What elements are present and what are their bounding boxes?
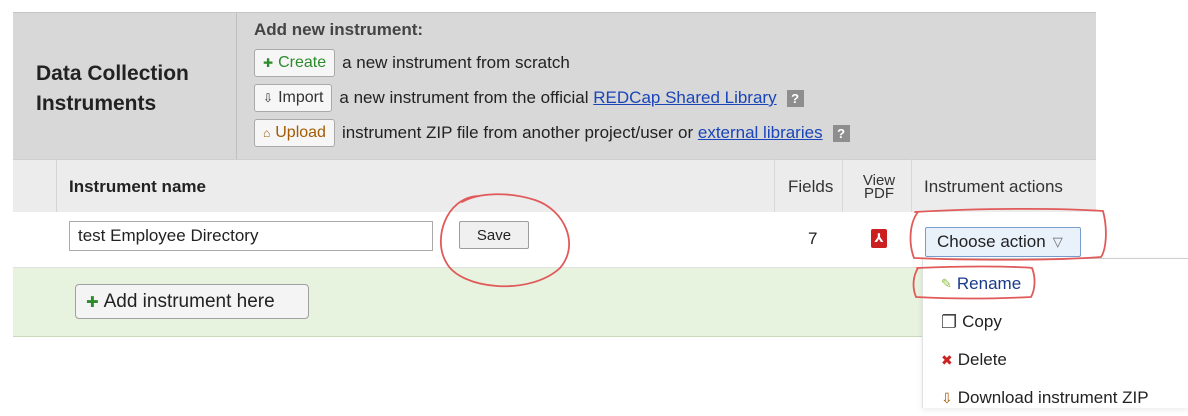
chevron-down-icon: ▽ — [1052, 234, 1063, 249]
add-instrument-heading: Add new instrument: — [254, 20, 424, 39]
upload-description: instrument ZIP file from another project… — [342, 123, 823, 143]
column-instrument-name: Instrument name — [69, 176, 206, 196]
column-view-pdf-line2: PDF — [864, 184, 894, 202]
menu-item-label: Copy — [962, 312, 1002, 331]
create-row: ✚ Create a new instrument from scratch — [254, 48, 570, 78]
column-fields: Fields — [788, 176, 834, 196]
menu-item-label: Rename — [956, 274, 1022, 293]
section-title: Data Collection Instruments — [36, 62, 189, 115]
import-button[interactable]: ⇩ Import — [254, 84, 333, 112]
instrument-table-header: Instrument name Fields View PDF Instrume… — [13, 159, 1096, 214]
download-icon: ⇩ — [941, 389, 953, 406]
delete-icon: ✖ — [941, 351, 953, 368]
upload-button[interactable]: ⌂ Upload — [254, 119, 335, 147]
copy-icon: ❐ — [941, 311, 958, 332]
import-icon: ⇩ — [263, 91, 274, 105]
menu-item-label: Download instrument ZIP — [957, 388, 1149, 407]
column-instrument-actions: Instrument actions — [924, 176, 1063, 196]
column-view-pdf: View PDF — [853, 160, 905, 213]
fields-count: 7 — [808, 229, 818, 248]
add-instrument-here-label: Add instrument here — [103, 290, 275, 312]
upload-row: ⌂ Upload instrument ZIP file from anothe… — [254, 118, 850, 148]
pencil-icon: ✎ — [941, 276, 952, 291]
import-description: a new instrument from the official REDCa… — [339, 88, 776, 108]
instrument-name-input[interactable] — [69, 221, 433, 251]
menu-item-label: Delete — [957, 350, 1007, 369]
import-row: ⇩ Import a new instrument from the offic… — [254, 83, 804, 113]
choose-action-dropdown[interactable]: Choose action ▽ — [925, 227, 1081, 257]
drag-handle-column — [13, 160, 57, 213]
menu-item-copy[interactable]: ❐ Copy — [923, 304, 1188, 340]
menu-item-rename[interactable]: ✎ Rename — [923, 266, 1188, 302]
menu-item-delete[interactable]: ✖ Delete — [923, 342, 1188, 378]
create-button[interactable]: ✚ Create — [254, 49, 336, 77]
upload-icon: ⌂ — [263, 126, 271, 140]
external-libraries-link[interactable]: external libraries — [698, 123, 823, 142]
header-left-cell: Data Collection Instruments — [13, 13, 237, 160]
import-text: a new instrument from the official — [339, 88, 589, 107]
plus-icon: ✚ — [263, 56, 274, 70]
add-instrument-panel: Data Collection Instruments Add new inst… — [13, 12, 1096, 160]
menu-item-download-zip[interactable]: ⇩ Download instrument ZIP — [923, 380, 1188, 416]
pdf-icon[interactable]: ⅄ — [871, 229, 887, 248]
shared-library-link[interactable]: REDCap Shared Library — [593, 88, 776, 107]
help-icon[interactable]: ? — [832, 124, 850, 142]
upload-text: instrument ZIP file from another project… — [341, 123, 694, 142]
create-button-label: Create — [278, 54, 327, 71]
create-description: a new instrument from scratch — [342, 53, 570, 72]
plus-icon: ✚ — [86, 293, 99, 311]
choose-action-label: Choose action — [937, 232, 1046, 251]
add-instrument-here-button[interactable]: ✚ Add instrument here — [75, 284, 309, 319]
save-button[interactable]: Save — [459, 221, 529, 249]
instrument-actions-menu: ✎ Rename ❐ Copy ✖ Delete ⇩ Download inst… — [922, 258, 1188, 408]
import-button-label: Import — [278, 89, 324, 106]
upload-button-label: Upload — [275, 124, 326, 141]
help-icon[interactable]: ? — [786, 89, 804, 107]
